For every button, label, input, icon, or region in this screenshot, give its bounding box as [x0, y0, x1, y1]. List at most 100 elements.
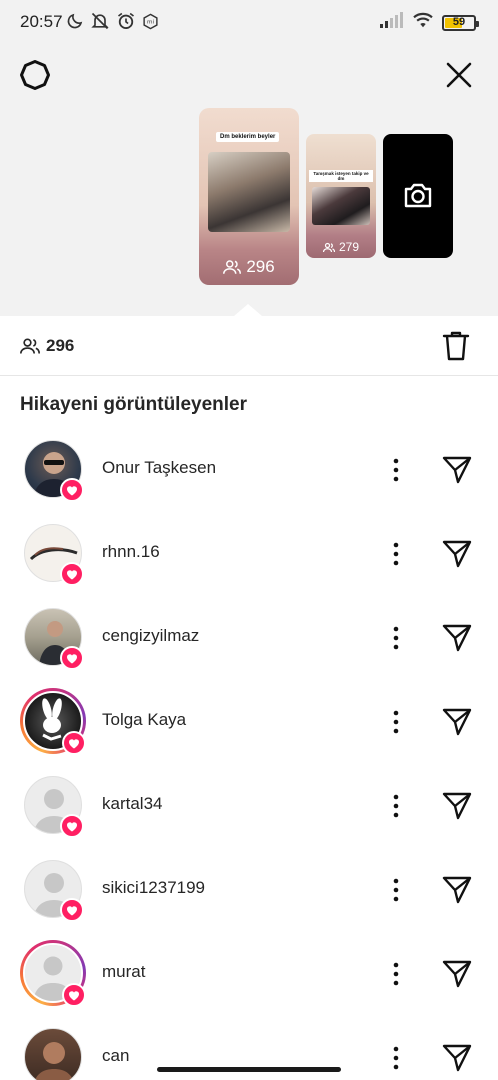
story-caption: Dm beklerim beyler [216, 132, 280, 142]
battery-level: 59 [452, 15, 466, 28]
avatar[interactable] [24, 860, 84, 922]
send-message-button[interactable] [441, 1042, 473, 1074]
avatar[interactable] [24, 524, 84, 586]
paper-plane-icon [442, 456, 472, 484]
viewers-icon [322, 242, 335, 252]
heart-icon [60, 646, 84, 670]
status-time: 20:57 [20, 12, 63, 31]
viewers-icon [223, 260, 242, 274]
story-caption: Tanışmak isteyen takip ve dm [309, 170, 373, 182]
close-icon [446, 62, 472, 88]
send-message-button[interactable] [441, 958, 473, 990]
send-message-button[interactable] [441, 538, 473, 570]
story-view-count-text: 296 [246, 257, 275, 276]
heart-icon [62, 731, 86, 755]
viewer-row[interactable]: sikici1237199 [0, 852, 498, 936]
avatar-story-ring[interactable] [20, 688, 86, 755]
selected-story-pointer [234, 304, 262, 316]
svg-text:mi: mi [147, 19, 155, 25]
more-vertical-icon [393, 1046, 399, 1070]
heart-icon [60, 898, 84, 922]
viewer-row[interactable]: murat [0, 936, 498, 1020]
story-photo [208, 152, 290, 232]
total-viewers: 296 [20, 336, 74, 356]
more-options-button[interactable] [386, 624, 406, 652]
more-vertical-icon [393, 458, 399, 482]
story-tray: Dm beklerim beyler 296 Tanışmak isteyen … [0, 42, 498, 316]
avatar[interactable] [24, 1028, 82, 1080]
more-options-button[interactable] [386, 876, 406, 904]
paper-plane-icon [442, 624, 472, 652]
viewer-username[interactable]: Onur Taşkesen [102, 458, 216, 478]
section-title: Hikayeni görüntüleyenler [20, 394, 248, 415]
viewer-username[interactable]: sikici1237199 [102, 878, 205, 898]
total-viewers-count: 296 [46, 336, 75, 355]
viewer-row[interactable]: rhnn.16 [0, 516, 498, 600]
viewer-username[interactable]: murat [102, 962, 145, 982]
settings-button[interactable] [18, 58, 52, 92]
notifications-off-icon [90, 11, 110, 36]
status-bar: 20:57 mi 59 [0, 0, 498, 42]
paper-plane-icon [442, 876, 472, 904]
paper-plane-icon [442, 960, 472, 988]
story-view-count-text: 279 [338, 240, 360, 254]
status-icons-right: 59 [380, 11, 479, 34]
viewer-row[interactable]: Onur Taşkesen [0, 432, 498, 516]
more-vertical-icon [393, 794, 399, 818]
more-vertical-icon [393, 626, 399, 650]
viewer-username[interactable]: rhnn.16 [102, 542, 160, 562]
avatar-story-ring[interactable] [20, 940, 86, 1007]
more-options-button[interactable] [386, 960, 406, 988]
viewer-row[interactable]: kartal34 [0, 768, 498, 852]
send-message-button[interactable] [441, 454, 473, 486]
alarm-icon [116, 11, 136, 36]
story-thumbnail[interactable]: Tanışmak isteyen takip ve dm 279 [306, 134, 376, 258]
battery-icon: 59 [442, 14, 479, 31]
viewer-username[interactable]: kartal34 [102, 794, 162, 814]
camera-icon [404, 183, 432, 208]
more-options-button[interactable] [386, 1044, 406, 1072]
heart-icon [60, 478, 84, 502]
viewer-username[interactable]: can [102, 1046, 129, 1066]
viewer-username[interactable]: cengizyilmaz [102, 626, 199, 646]
more-options-button[interactable] [386, 456, 406, 484]
close-button[interactable] [442, 58, 476, 92]
more-vertical-icon [393, 878, 399, 902]
moon-icon [66, 12, 84, 35]
gear-icon [20, 60, 50, 90]
home-indicator[interactable] [157, 1067, 341, 1072]
send-message-button[interactable] [441, 622, 473, 654]
signal-icon [380, 12, 404, 33]
send-message-button[interactable] [441, 874, 473, 906]
delete-story-button[interactable] [442, 330, 470, 362]
avatar[interactable] [24, 776, 84, 838]
heart-icon [60, 814, 84, 838]
paper-plane-icon [442, 792, 472, 820]
story-view-count: 296 [199, 257, 299, 277]
viewer-row[interactable]: cengizyilmaz [0, 600, 498, 684]
avatar[interactable] [24, 440, 84, 502]
story-view-count: 279 [306, 240, 376, 254]
more-vertical-icon [393, 710, 399, 734]
more-options-button[interactable] [386, 540, 406, 568]
story-photo [312, 187, 370, 225]
paper-plane-icon [442, 1044, 472, 1072]
send-message-button[interactable] [441, 706, 473, 738]
trash-icon [442, 331, 470, 361]
paper-plane-icon [442, 708, 472, 736]
add-story-button[interactable] [383, 134, 453, 258]
viewer-row[interactable]: Tolga Kaya [0, 684, 498, 768]
viewers-icon [20, 338, 40, 354]
viewer-username[interactable]: Tolga Kaya [102, 710, 186, 730]
more-vertical-icon [393, 962, 399, 986]
story-thumbnail-selected[interactable]: Dm beklerim beyler 296 [199, 108, 299, 285]
viewer-summary: 296 [0, 316, 498, 376]
more-options-button[interactable] [386, 708, 406, 736]
heart-icon [62, 983, 86, 1007]
paper-plane-icon [442, 540, 472, 568]
avatar[interactable] [24, 608, 84, 670]
more-vertical-icon [393, 542, 399, 566]
send-message-button[interactable] [441, 790, 473, 822]
status-icons-left: mi [66, 11, 159, 36]
more-options-button[interactable] [386, 792, 406, 820]
